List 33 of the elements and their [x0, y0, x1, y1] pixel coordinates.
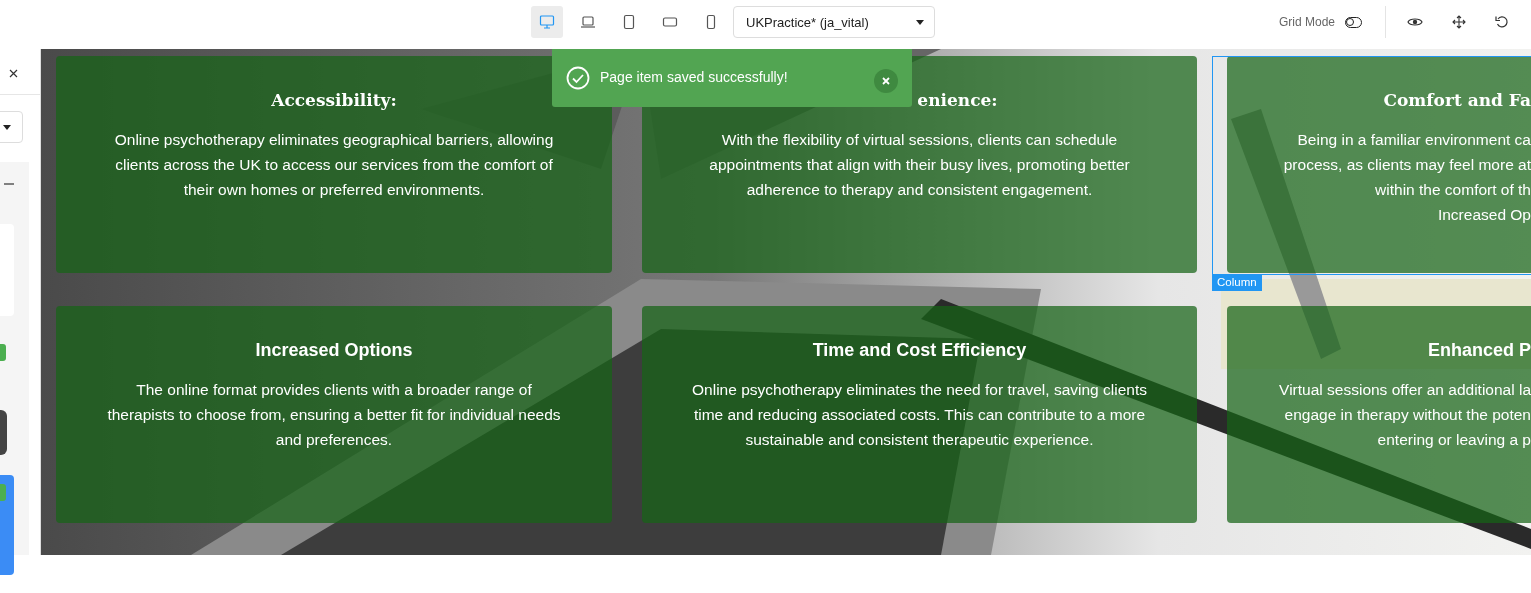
- laptop-icon: [580, 14, 596, 30]
- desktop-icon: [539, 14, 555, 30]
- card-text: With the flexibility of virtual sessions, clients can schedule appointments that align with their busy lives, promoting better adherence to therapy and consistent engagement.: [709, 130, 1130, 200]
- check-circle-icon: [566, 66, 590, 90]
- card-title: Comfort and Fa: [1383, 89, 1531, 112]
- card-title: Time and Cost Efficiency: [812, 339, 1027, 362]
- grid-mode-label: Grid Mode: [1279, 15, 1336, 29]
- column-tag: Column: [1212, 274, 1262, 291]
- card-text: Virtual sessions offer an additional la engage in therapy without the poten entering or leaving a p: [1279, 380, 1531, 450]
- card-title: enience:: [916, 89, 998, 112]
- grid-mode-toggle[interactable]: [1345, 16, 1363, 28]
- undo-icon[interactable]: [1495, 15, 1510, 29]
- tablet-icon: [621, 14, 637, 30]
- toast-message: Page item saved successfully!: [600, 69, 789, 85]
- card-text: Online psychotherapy eliminates geographical barriers, allowing clients across the UK to access our services from the comfort of their own homes or preferred environments.: [114, 130, 554, 200]
- move-icon[interactable]: [1452, 15, 1467, 29]
- card-title: Accessibility:: [271, 89, 397, 112]
- card-title: Increased Options: [255, 339, 413, 362]
- status-badge: [0, 344, 6, 361]
- close-button[interactable]: [874, 69, 898, 93]
- card-text: Being in a familiar environment ca process, as clients may feel more at within the comfort of th Increased Op: [1283, 130, 1531, 225]
- close-icon[interactable]: [9, 69, 18, 78]
- dropdown-field[interactable]: [0, 111, 23, 143]
- caret-icon: [3, 124, 11, 130]
- tablet-landscape-icon: [662, 14, 678, 30]
- close-icon: [882, 77, 890, 85]
- preview-eye-icon[interactable]: [1407, 16, 1424, 28]
- card-title: Enhanced P: [1427, 339, 1531, 362]
- template-select[interactable]: UKPractice* (ja_vital): [733, 6, 935, 38]
- card-text: The online format provides clients with a broader range of therapists to choose from, ensuring a better fit for individual needs and preferences.: [107, 380, 561, 450]
- status-badge: [0, 484, 6, 501]
- card-text: Online psychotherapy eliminates the need for travel, saving clients time and reducing associated costs. This can contribute to a more sustainable and consistent therapeutic experience.: [692, 380, 1147, 450]
- caret-icon: [916, 19, 924, 25]
